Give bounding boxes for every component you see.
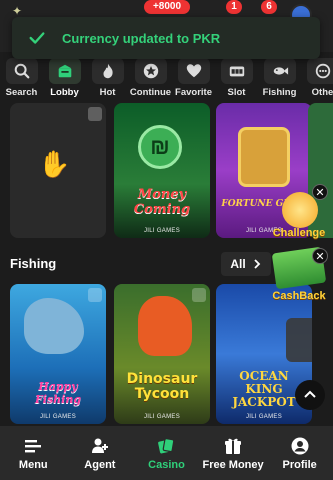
nav-label: Profile xyxy=(282,458,317,471)
fishing-section-header: Fishing All xyxy=(10,252,271,276)
notification-count-badge: 1 xyxy=(226,0,242,14)
placeholder-icon: ✋ xyxy=(38,149,71,179)
heart-icon xyxy=(186,64,201,78)
view-all-button[interactable]: All xyxy=(221,252,271,276)
idol-face-icon xyxy=(238,127,290,187)
deposit-bonus-badge: +8000 xyxy=(144,0,190,14)
toast-message: Currency updated to PKR xyxy=(62,30,221,46)
close-cashback-button[interactable]: ✕ xyxy=(312,248,328,264)
tab-fishing[interactable]: Fishing xyxy=(258,52,301,102)
tab-lobby[interactable]: Lobby xyxy=(43,52,86,102)
favorite-icon[interactable] xyxy=(192,288,206,302)
nav-label: Menu xyxy=(18,458,48,471)
coin-icon: ₪ xyxy=(138,125,182,169)
agent-icon xyxy=(91,438,108,453)
fish-icon xyxy=(273,67,288,75)
category-tabs: Search Lobby Hot Continue Favorite Slot … xyxy=(0,52,333,102)
flame-icon xyxy=(103,63,113,79)
chevron-right-icon xyxy=(254,259,260,269)
nav-agent[interactable]: Agent xyxy=(67,426,134,480)
scroll-to-top-button[interactable] xyxy=(295,380,325,410)
game-provider: JILI GAMES xyxy=(143,414,180,420)
game-tile-loading[interactable]: ✋ xyxy=(10,103,106,238)
challenge-label: Challenge xyxy=(272,227,326,239)
nav-profile[interactable]: Profile xyxy=(266,426,333,480)
chevron-up-icon xyxy=(304,390,316,398)
game-title: Dinosaur Tycoon xyxy=(126,371,198,402)
tab-label: Search xyxy=(5,87,38,98)
star-badge-icon xyxy=(143,63,158,79)
tab-label: Lobby xyxy=(50,87,79,98)
menu-icon xyxy=(25,439,42,452)
tab-label: Continue xyxy=(129,87,172,98)
nav-casino[interactable]: Casino xyxy=(133,426,200,480)
game-provider: JILI GAMES xyxy=(39,414,76,420)
view-all-label: All xyxy=(230,257,246,271)
favorite-icon[interactable] xyxy=(88,288,102,302)
dinosaur-icon xyxy=(138,296,192,356)
check-icon xyxy=(29,32,45,44)
shark-icon xyxy=(24,298,84,354)
nav-free-money[interactable]: Free Money xyxy=(200,426,267,480)
profile-icon xyxy=(291,437,309,454)
tab-label: Othe xyxy=(311,87,333,98)
tab-label: Favorite xyxy=(175,87,212,98)
game-provider: JILI GAMES xyxy=(143,228,180,234)
lobby-icon xyxy=(58,64,71,78)
nav-menu[interactable]: Menu xyxy=(0,426,67,480)
tab-slot[interactable]: Slot xyxy=(215,52,258,102)
challenge-coin-icon xyxy=(282,192,318,228)
cashback-label: CashBack xyxy=(272,290,326,302)
game-title: Happy Fishing xyxy=(34,380,82,406)
nav-label: Free Money xyxy=(202,458,264,471)
game-tile-money-coming[interactable]: ₪ Money Coming JILI GAMES xyxy=(114,103,210,238)
section-title: Fishing xyxy=(10,256,57,271)
tab-continue[interactable]: Continue xyxy=(129,52,172,102)
tab-other[interactable]: Othe xyxy=(301,52,333,102)
bottom-nav: Menu Agent Casino Free Money Profile xyxy=(0,426,333,480)
tab-label: Hot xyxy=(99,87,116,98)
currency-toast: Currency updated to PKR xyxy=(12,17,320,59)
casino-icon xyxy=(158,437,175,453)
gift-icon xyxy=(225,438,242,454)
game-tile-happy-fishing[interactable]: Happy Fishing JILI GAMES xyxy=(10,284,106,424)
tab-label: Fishing xyxy=(262,87,297,98)
overlay-icon xyxy=(286,318,312,362)
nav-label: Agent xyxy=(84,458,116,471)
message-count-badge: 6 xyxy=(261,0,277,14)
more-icon xyxy=(315,63,330,79)
game-title: Money Coming xyxy=(133,187,191,217)
favorite-icon[interactable] xyxy=(88,107,102,121)
search-icon xyxy=(14,63,29,79)
game-provider: JILI GAMES xyxy=(245,414,282,420)
nav-label: Casino xyxy=(148,458,185,471)
tab-hot[interactable]: Hot xyxy=(86,52,129,102)
game-tile-dinosaur-tycoon[interactable]: Dinosaur Tycoon JILI GAMES xyxy=(114,284,210,424)
tab-favorite[interactable]: Favorite xyxy=(172,52,215,102)
tab-label: Slot xyxy=(227,87,246,98)
tab-search[interactable]: Search xyxy=(0,52,43,102)
slot-machine-icon xyxy=(229,66,244,77)
close-challenge-button[interactable]: ✕ xyxy=(312,184,328,200)
